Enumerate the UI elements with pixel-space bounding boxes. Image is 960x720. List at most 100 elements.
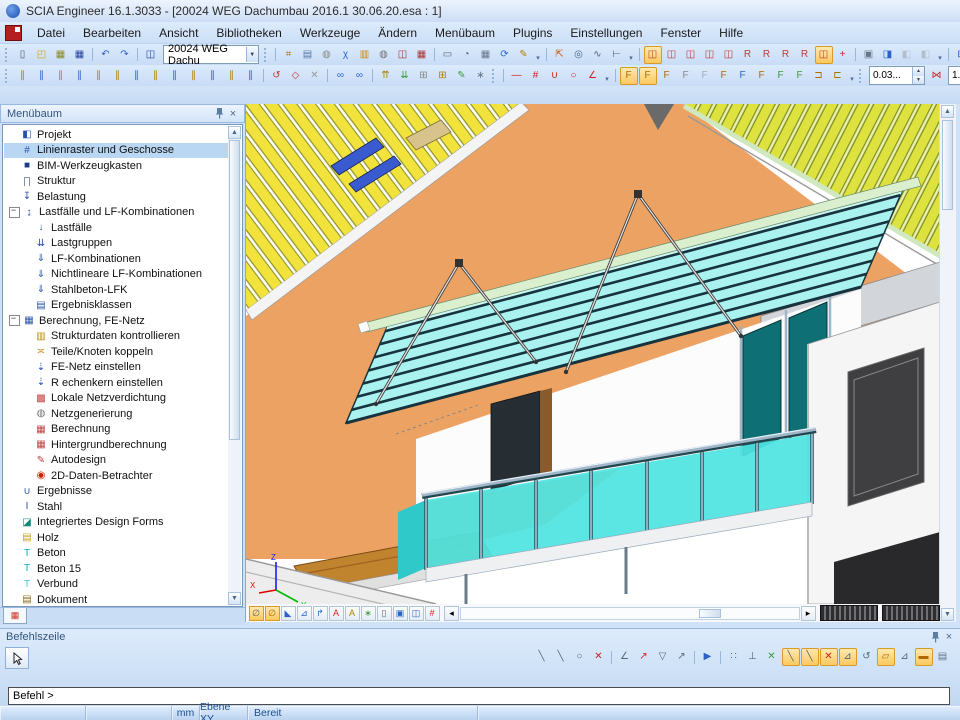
dock-window-2-icon[interactable]: F [639,67,657,85]
tree-expander-icon[interactable] [22,238,33,249]
select-polygon-icon[interactable]: ◇ [287,67,305,85]
tree-item-teile-knoten-koppeln[interactable]: ≍ Teile/Knoten koppeln [4,344,228,360]
tree-item-linienraster-und-geschosse[interactable]: # Linienraster und Geschosse [4,143,228,159]
tree-item-beton[interactable]: T Beton [4,546,228,562]
view-reactions-icon[interactable]: ∥ [166,67,184,85]
dock-window-6-icon[interactable]: F [715,67,733,85]
scroll-left-icon[interactable]: ◂ [444,606,459,621]
labels-abc-2-icon[interactable]: A [345,606,360,621]
snap-midpoint-icon[interactable]: ╲ [801,648,819,666]
clip-plane-1-icon[interactable]: ∅ [249,606,264,621]
menu-item-hilfe[interactable]: Hilfe [710,24,752,42]
snap-polygon-icon[interactable]: ▱ [877,648,895,666]
view-window-2-icon[interactable]: ◫ [409,606,424,621]
layer-one-icon[interactable]: ◧ [898,46,916,64]
result-angle-icon[interactable]: ∠ [584,67,602,85]
clipboard-icon[interactable]: ▥ [356,46,374,64]
select-nodes-icon[interactable]: ◫ [644,46,662,64]
result-hatch-icon[interactable]: # [527,67,545,85]
snap-tangent-icon[interactable]: ↺ [858,648,876,666]
close-icon[interactable]: × [226,107,240,121]
cross-sections-icon[interactable]: ⌗ [280,46,298,64]
tree-expander-icon[interactable] [8,176,19,187]
dock-window-4-icon[interactable]: F [677,67,695,85]
tree-expander-icon[interactable] [9,315,20,326]
table-window-icon[interactable]: ▦ [413,46,431,64]
undo-icon[interactable]: ↶ [97,46,115,64]
snap-ortho-icon[interactable]: ⊥ [744,648,762,666]
snap-triangle-icon[interactable]: ▽ [654,648,672,666]
scale-spinner[interactable]: 0.03... ▲▼ [869,66,925,85]
snap-endpoint-icon[interactable]: ╲ [782,648,800,666]
menu-item-ansicht[interactable]: Ansicht [150,24,207,42]
toolbar-overflow-icon[interactable]: ▾ [626,46,636,64]
view-rendering-icon[interactable]: ∥ [52,67,70,85]
redo-icon[interactable]: ↷ [116,46,134,64]
concrete-setup-icon[interactable]: ◍ [318,46,336,64]
dock-window-3-icon[interactable]: F [658,67,676,85]
tree-expander-icon[interactable] [8,548,19,559]
tree-expander-icon[interactable] [22,284,33,295]
view-members-icon[interactable]: ∥ [14,67,32,85]
select-2d-icon[interactable]: ◫ [682,46,700,64]
visibility-2-icon[interactable]: ∞ [351,67,369,85]
save-icon[interactable]: ▦ [71,46,89,64]
tree-expander-icon[interactable] [22,470,33,481]
calculator-icon[interactable]: ▦ [477,46,495,64]
dock-window-8-icon[interactable]: F [753,67,771,85]
chevron-down-icon[interactable]: ▼ [246,47,258,62]
tree-expander-icon[interactable] [8,160,19,171]
pointer-mode-button[interactable] [5,647,29,669]
scroll-up-icon[interactable]: ▲ [941,105,954,118]
center-view-icon[interactable]: + [834,46,852,64]
menutree-tab[interactable]: ▦ [3,608,27,624]
project-select[interactable]: 20024 WEG Dachu ▼ [163,45,259,64]
grid-view-icon[interactable]: # [425,606,440,621]
coordinate-setup-icon[interactable]: χ [337,46,355,64]
tree-expander-icon[interactable] [8,579,19,590]
tree-item-r-echenkern-einstellen[interactable]: ⇣ R echenkern einstellen [4,375,228,391]
toolbar-grip[interactable] [5,69,10,83]
toolbar-grip[interactable] [264,48,269,62]
tree-expander-icon[interactable] [22,346,33,357]
tree-expander-icon[interactable] [22,300,33,311]
menu-item-bearbeiten[interactable]: Bearbeiten [74,24,150,42]
cursor-snap-icon[interactable]: ▶ [699,648,717,666]
tree-item-integriertes-design-forms[interactable]: ◪ Integriertes Design Forms [4,515,228,531]
perspective-icon[interactable]: ⊿ [297,606,312,621]
paste-special-icon[interactable]: ⊞ [953,46,960,64]
tree-item-strukturdaten-kontrollieren[interactable]: ▥ Strukturdaten kontrollieren [4,329,228,345]
result-line-icon[interactable]: — [508,67,526,85]
select-clear-icon[interactable]: ✕ [306,67,324,85]
document-icon[interactable] [5,25,22,41]
tree-item-berechnung[interactable]: ▦ Berechnung [4,422,228,438]
tree-expander-icon[interactable] [8,129,19,140]
view-deformation-icon[interactable]: ∥ [185,67,203,85]
view-window-1-icon[interactable]: ▣ [393,606,408,621]
results-refresh-icon[interactable]: R [758,46,776,64]
command-input[interactable]: Befehl > [8,687,950,705]
menu-item-plugins[interactable]: Plugins [504,24,561,42]
tree-expander-icon[interactable] [22,393,33,404]
print-icon[interactable]: ▭ [439,46,457,64]
tree-item-holz[interactable]: ▤ Holz [4,530,228,546]
view-flag-icon[interactable]: ↱ [313,606,328,621]
results-locked-icon[interactable]: R [777,46,795,64]
tree-item-lastf-lle-und-lf-kombinationen[interactable]: ↨ Lastfälle und LF-Kombinationen [4,205,228,221]
tree-item-hintergrundberechnung[interactable]: ▦ Hintergrundberechnung [4,437,228,453]
tree-item-lastgruppen[interactable]: ⇊ Lastgruppen [4,236,228,252]
tree-item-ergebnisse[interactable]: ∪ Ergebnisse [4,484,228,500]
results-active-icon[interactable]: ◫ [815,46,833,64]
select-loads-icon[interactable]: ◫ [701,46,719,64]
scroll-right-icon[interactable]: ▸ [801,606,816,621]
menu-item-ndern[interactable]: Ändern [369,24,426,42]
tree-item-stahl[interactable]: I Stahl [4,499,228,515]
pin-icon[interactable] [212,107,226,121]
tree-expander-icon[interactable] [22,269,33,280]
tree-expander-icon[interactable] [22,424,33,435]
labels-abc-icon[interactable]: A [329,606,344,621]
new-document-icon[interactable]: ▯ [14,46,32,64]
mesh-star-icon[interactable]: ∗ [361,606,376,621]
results-normal-icon[interactable]: R [739,46,757,64]
menu-item-datei[interactable]: Datei [28,24,74,42]
